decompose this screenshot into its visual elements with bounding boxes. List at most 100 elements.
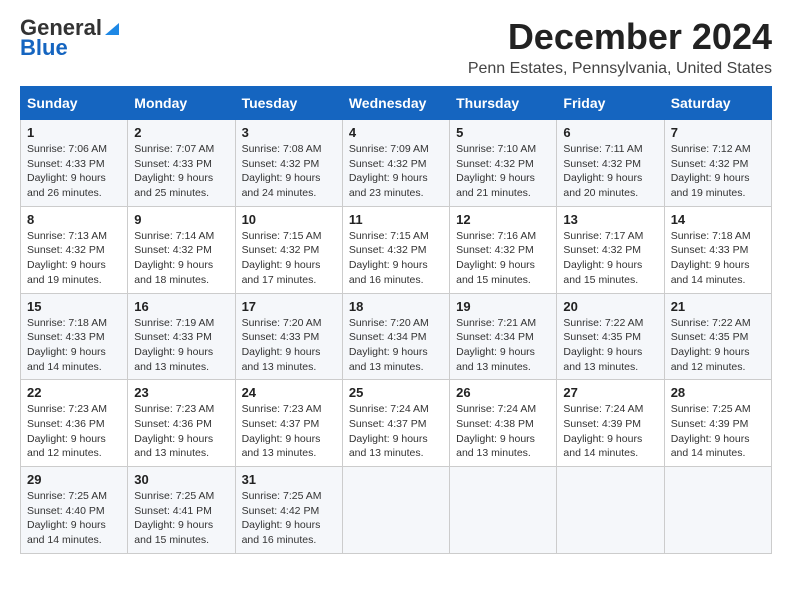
calendar-cell: 19 Sunrise: 7:21 AM Sunset: 4:34 PM Dayl… xyxy=(450,293,557,380)
day-number: 19 xyxy=(456,299,550,314)
header-friday: Friday xyxy=(557,87,664,120)
day-number: 12 xyxy=(456,212,550,227)
calendar-cell: 1 Sunrise: 7:06 AM Sunset: 4:33 PM Dayli… xyxy=(21,120,128,207)
calendar-cell: 26 Sunrise: 7:24 AM Sunset: 4:38 PM Dayl… xyxy=(450,380,557,467)
day-number: 31 xyxy=(242,472,336,487)
day-info: Sunrise: 7:09 AM Sunset: 4:32 PM Dayligh… xyxy=(349,142,443,201)
page-title: December 2024 xyxy=(468,16,772,58)
day-info: Sunrise: 7:18 AM Sunset: 4:33 PM Dayligh… xyxy=(27,316,121,375)
day-number: 9 xyxy=(134,212,228,227)
header-monday: Monday xyxy=(128,87,235,120)
logo-blue: Blue xyxy=(20,36,68,60)
header-saturday: Saturday xyxy=(664,87,771,120)
calendar-cell: 3 Sunrise: 7:08 AM Sunset: 4:32 PM Dayli… xyxy=(235,120,342,207)
day-number: 30 xyxy=(134,472,228,487)
calendar-cell: 5 Sunrise: 7:10 AM Sunset: 4:32 PM Dayli… xyxy=(450,120,557,207)
logo: General Blue xyxy=(20,16,122,60)
logo-icon xyxy=(103,19,121,37)
day-number: 27 xyxy=(563,385,657,400)
calendar-cell xyxy=(342,467,449,554)
day-info: Sunrise: 7:20 AM Sunset: 4:34 PM Dayligh… xyxy=(349,316,443,375)
calendar-cell: 16 Sunrise: 7:19 AM Sunset: 4:33 PM Dayl… xyxy=(128,293,235,380)
day-number: 15 xyxy=(27,299,121,314)
day-info: Sunrise: 7:07 AM Sunset: 4:33 PM Dayligh… xyxy=(134,142,228,201)
calendar-cell: 28 Sunrise: 7:25 AM Sunset: 4:39 PM Dayl… xyxy=(664,380,771,467)
day-number: 14 xyxy=(671,212,765,227)
calendar-cell: 25 Sunrise: 7:24 AM Sunset: 4:37 PM Dayl… xyxy=(342,380,449,467)
day-number: 23 xyxy=(134,385,228,400)
calendar-cell: 13 Sunrise: 7:17 AM Sunset: 4:32 PM Dayl… xyxy=(557,206,664,293)
day-number: 26 xyxy=(456,385,550,400)
calendar-cell xyxy=(664,467,771,554)
calendar-cell: 27 Sunrise: 7:24 AM Sunset: 4:39 PM Dayl… xyxy=(557,380,664,467)
calendar-week-row: 1 Sunrise: 7:06 AM Sunset: 4:33 PM Dayli… xyxy=(21,120,772,207)
day-number: 21 xyxy=(671,299,765,314)
day-info: Sunrise: 7:18 AM Sunset: 4:33 PM Dayligh… xyxy=(671,229,765,288)
calendar-cell: 17 Sunrise: 7:20 AM Sunset: 4:33 PM Dayl… xyxy=(235,293,342,380)
day-number: 16 xyxy=(134,299,228,314)
day-info: Sunrise: 7:16 AM Sunset: 4:32 PM Dayligh… xyxy=(456,229,550,288)
day-number: 4 xyxy=(349,125,443,140)
day-info: Sunrise: 7:25 AM Sunset: 4:40 PM Dayligh… xyxy=(27,489,121,548)
day-info: Sunrise: 7:11 AM Sunset: 4:32 PM Dayligh… xyxy=(563,142,657,201)
calendar-cell: 11 Sunrise: 7:15 AM Sunset: 4:32 PM Dayl… xyxy=(342,206,449,293)
day-info: Sunrise: 7:17 AM Sunset: 4:32 PM Dayligh… xyxy=(563,229,657,288)
header: General Blue December 2024 Penn Estates,… xyxy=(20,16,772,78)
calendar-cell: 29 Sunrise: 7:25 AM Sunset: 4:40 PM Dayl… xyxy=(21,467,128,554)
day-info: Sunrise: 7:15 AM Sunset: 4:32 PM Dayligh… xyxy=(349,229,443,288)
day-number: 17 xyxy=(242,299,336,314)
calendar-cell: 12 Sunrise: 7:16 AM Sunset: 4:32 PM Dayl… xyxy=(450,206,557,293)
calendar-week-row: 22 Sunrise: 7:23 AM Sunset: 4:36 PM Dayl… xyxy=(21,380,772,467)
calendar-week-row: 15 Sunrise: 7:18 AM Sunset: 4:33 PM Dayl… xyxy=(21,293,772,380)
day-info: Sunrise: 7:20 AM Sunset: 4:33 PM Dayligh… xyxy=(242,316,336,375)
day-number: 8 xyxy=(27,212,121,227)
calendar-cell: 2 Sunrise: 7:07 AM Sunset: 4:33 PM Dayli… xyxy=(128,120,235,207)
day-info: Sunrise: 7:22 AM Sunset: 4:35 PM Dayligh… xyxy=(671,316,765,375)
day-number: 7 xyxy=(671,125,765,140)
day-info: Sunrise: 7:21 AM Sunset: 4:34 PM Dayligh… xyxy=(456,316,550,375)
day-info: Sunrise: 7:08 AM Sunset: 4:32 PM Dayligh… xyxy=(242,142,336,201)
day-number: 22 xyxy=(27,385,121,400)
day-info: Sunrise: 7:24 AM Sunset: 4:38 PM Dayligh… xyxy=(456,402,550,461)
calendar-cell: 21 Sunrise: 7:22 AM Sunset: 4:35 PM Dayl… xyxy=(664,293,771,380)
calendar-header-row: SundayMondayTuesdayWednesdayThursdayFrid… xyxy=(21,87,772,120)
day-number: 11 xyxy=(349,212,443,227)
title-area: December 2024 Penn Estates, Pennsylvania… xyxy=(468,16,772,78)
day-info: Sunrise: 7:14 AM Sunset: 4:32 PM Dayligh… xyxy=(134,229,228,288)
day-number: 28 xyxy=(671,385,765,400)
day-info: Sunrise: 7:23 AM Sunset: 4:37 PM Dayligh… xyxy=(242,402,336,461)
day-info: Sunrise: 7:24 AM Sunset: 4:39 PM Dayligh… xyxy=(563,402,657,461)
day-info: Sunrise: 7:12 AM Sunset: 4:32 PM Dayligh… xyxy=(671,142,765,201)
header-wednesday: Wednesday xyxy=(342,87,449,120)
day-number: 18 xyxy=(349,299,443,314)
calendar-cell: 8 Sunrise: 7:13 AM Sunset: 4:32 PM Dayli… xyxy=(21,206,128,293)
calendar-cell: 7 Sunrise: 7:12 AM Sunset: 4:32 PM Dayli… xyxy=(664,120,771,207)
day-info: Sunrise: 7:24 AM Sunset: 4:37 PM Dayligh… xyxy=(349,402,443,461)
calendar-cell xyxy=(450,467,557,554)
header-tuesday: Tuesday xyxy=(235,87,342,120)
day-number: 20 xyxy=(563,299,657,314)
page-subtitle: Penn Estates, Pennsylvania, United State… xyxy=(468,60,772,78)
day-info: Sunrise: 7:23 AM Sunset: 4:36 PM Dayligh… xyxy=(27,402,121,461)
day-info: Sunrise: 7:25 AM Sunset: 4:41 PM Dayligh… xyxy=(134,489,228,548)
day-number: 6 xyxy=(563,125,657,140)
day-number: 24 xyxy=(242,385,336,400)
day-number: 3 xyxy=(242,125,336,140)
calendar-cell: 15 Sunrise: 7:18 AM Sunset: 4:33 PM Dayl… xyxy=(21,293,128,380)
day-info: Sunrise: 7:15 AM Sunset: 4:32 PM Dayligh… xyxy=(242,229,336,288)
day-info: Sunrise: 7:25 AM Sunset: 4:42 PM Dayligh… xyxy=(242,489,336,548)
day-info: Sunrise: 7:13 AM Sunset: 4:32 PM Dayligh… xyxy=(27,229,121,288)
calendar-week-row: 8 Sunrise: 7:13 AM Sunset: 4:32 PM Dayli… xyxy=(21,206,772,293)
day-info: Sunrise: 7:23 AM Sunset: 4:36 PM Dayligh… xyxy=(134,402,228,461)
day-info: Sunrise: 7:22 AM Sunset: 4:35 PM Dayligh… xyxy=(563,316,657,375)
calendar-cell: 23 Sunrise: 7:23 AM Sunset: 4:36 PM Dayl… xyxy=(128,380,235,467)
calendar-cell: 24 Sunrise: 7:23 AM Sunset: 4:37 PM Dayl… xyxy=(235,380,342,467)
day-info: Sunrise: 7:06 AM Sunset: 4:33 PM Dayligh… xyxy=(27,142,121,201)
day-number: 5 xyxy=(456,125,550,140)
calendar-cell: 4 Sunrise: 7:09 AM Sunset: 4:32 PM Dayli… xyxy=(342,120,449,207)
calendar-table: SundayMondayTuesdayWednesdayThursdayFrid… xyxy=(20,86,772,554)
calendar-cell: 10 Sunrise: 7:15 AM Sunset: 4:32 PM Dayl… xyxy=(235,206,342,293)
calendar-cell: 22 Sunrise: 7:23 AM Sunset: 4:36 PM Dayl… xyxy=(21,380,128,467)
day-info: Sunrise: 7:10 AM Sunset: 4:32 PM Dayligh… xyxy=(456,142,550,201)
calendar-cell: 6 Sunrise: 7:11 AM Sunset: 4:32 PM Dayli… xyxy=(557,120,664,207)
